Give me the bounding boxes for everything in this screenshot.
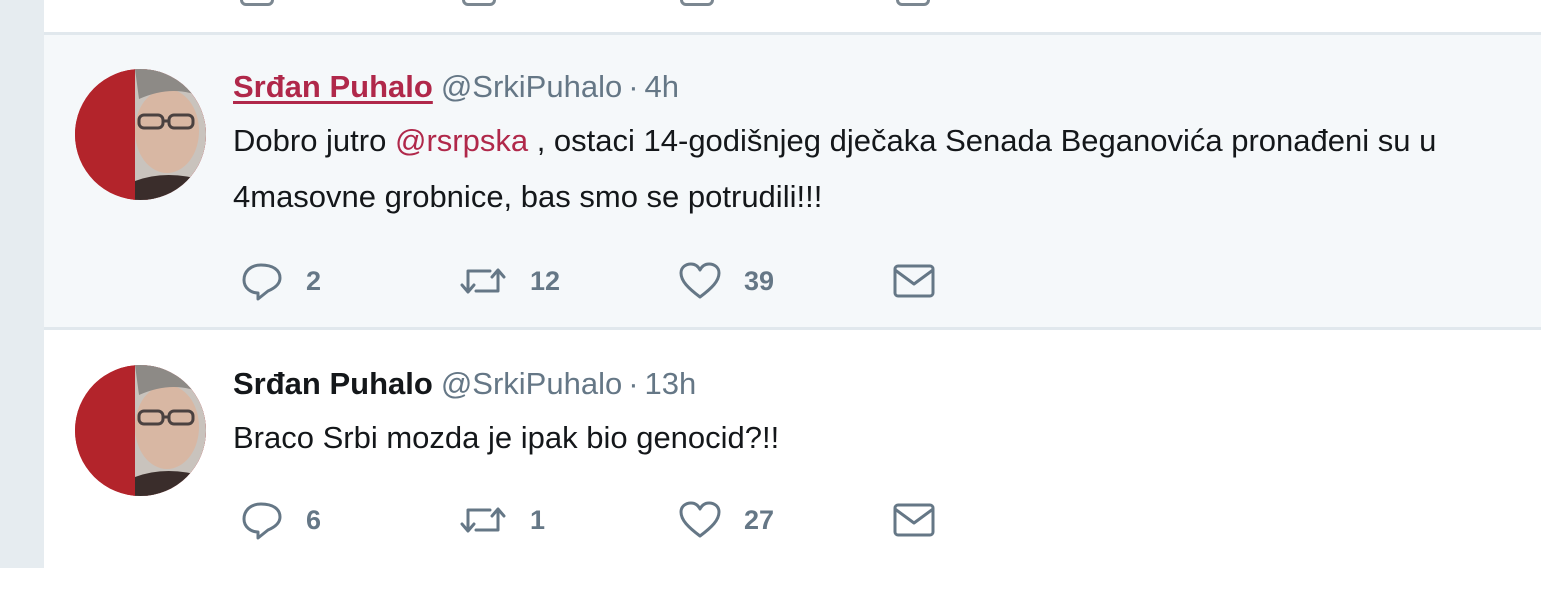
reply-icon: [242, 502, 282, 540]
like-button[interactable]: 27: [678, 500, 774, 540]
tweet-feed: Srđan Puhalo @SrkiPuhalo · 4h Dobro jutro @…: [44, 0, 1541, 568]
tweet[interactable]: Srđan Puhalo @SrkiPuhalo · 4h Dobro jutro @…: [44, 35, 1541, 327]
author-name[interactable]: Srđan Puhalo: [233, 69, 433, 104]
like-button[interactable]: 39: [678, 261, 774, 301]
avatar[interactable]: [75, 365, 206, 496]
reply-button[interactable]: 6: [240, 500, 321, 540]
mention-link[interactable]: @rsrpska: [395, 123, 528, 158]
direct-message-icon[interactable]: [896, 0, 930, 6]
author-handle[interactable]: @SrkiPuhalo: [441, 69, 622, 104]
like-count: 39: [744, 265, 775, 296]
tweet-text-part: Dobro jutro: [233, 123, 395, 158]
reply-button[interactable]: 2: [240, 261, 321, 301]
reply-count: 2: [306, 265, 322, 296]
tweet-text: Braco Srbi mozda je ipak bio genocid?!!: [233, 420, 780, 455]
separator-dot: ·: [628, 366, 639, 401]
retweet-icon[interactable]: [462, 0, 496, 6]
retweet-button[interactable]: 1: [458, 500, 545, 540]
reply-icon[interactable]: [240, 0, 274, 6]
avatar[interactable]: [75, 69, 206, 200]
avatar-photo: [75, 69, 206, 200]
author-handle[interactable]: @SrkiPuhalo: [441, 366, 622, 401]
reply-icon: [242, 263, 282, 301]
tweet-timestamp[interactable]: 4h: [645, 69, 679, 104]
like-icon[interactable]: [680, 0, 714, 6]
separator-dot: ·: [628, 69, 639, 104]
avatar-photo: [75, 365, 206, 496]
direct-message-button[interactable]: [892, 261, 936, 301]
direct-message-icon: [893, 264, 935, 298]
like-icon: [679, 501, 721, 538]
retweet-count: 1: [530, 504, 546, 535]
tweet-text: Dobro jutro @rsrpska , ostaci 14-godišnj…: [233, 113, 1473, 225]
retweet-icon: [460, 268, 506, 294]
reply-count: 6: [306, 504, 322, 535]
tweet-timestamp[interactable]: 13h: [645, 366, 697, 401]
direct-message-icon: [893, 503, 935, 537]
like-count: 27: [744, 504, 775, 535]
like-icon: [679, 262, 721, 299]
author-name[interactable]: Srđan Puhalo: [233, 366, 433, 401]
tweet-header: Srđan Puhalo @SrkiPuhalo · 13h: [233, 366, 696, 402]
tweet-header: Srđan Puhalo @SrkiPuhalo · 4h: [233, 69, 679, 105]
retweet-button[interactable]: 12: [458, 261, 560, 301]
retweet-count: 12: [530, 265, 561, 296]
left-gutter: [0, 0, 44, 568]
direct-message-button[interactable]: [892, 500, 936, 540]
previous-tweet-actions: [44, 0, 1541, 10]
tweet[interactable]: Srđan Puhalo @SrkiPuhalo · 13h Braco Srbi m…: [44, 330, 1541, 568]
retweet-icon: [460, 507, 506, 533]
